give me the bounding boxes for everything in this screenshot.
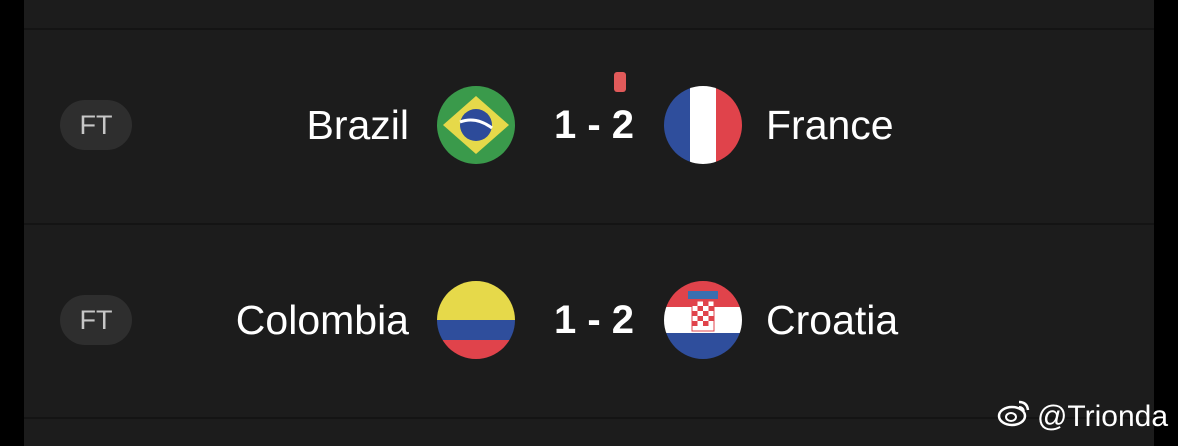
- match-status-badge: FT: [60, 295, 132, 345]
- watermark-text: @Trionda: [1036, 400, 1168, 433]
- row-divider: [24, 28, 1154, 30]
- away-team-name: France: [766, 102, 894, 148]
- match-status-badge: FT: [60, 100, 132, 150]
- france-flag-icon: [664, 86, 742, 164]
- match-score: 1 - 2: [553, 298, 635, 342]
- home-team-name: Colombia: [235, 297, 409, 343]
- home-team-name: Brazil: [306, 102, 409, 148]
- away-team-name: Croatia: [766, 297, 899, 343]
- red-card-icon: [614, 72, 626, 92]
- match-score: 1 - 2: [553, 103, 635, 147]
- watermark: @Trionda: [997, 398, 1168, 436]
- row-divider: [24, 223, 1154, 225]
- colombia-flag-icon: [437, 281, 515, 359]
- brazil-flag-icon: [437, 86, 515, 164]
- row-divider: [24, 417, 1154, 419]
- weibo-icon: [997, 398, 1031, 436]
- match-list-panel: FT Brazil 1 - 2 France FT Colombia 1 - 2…: [24, 0, 1154, 446]
- croatia-flag-icon: [664, 281, 742, 359]
